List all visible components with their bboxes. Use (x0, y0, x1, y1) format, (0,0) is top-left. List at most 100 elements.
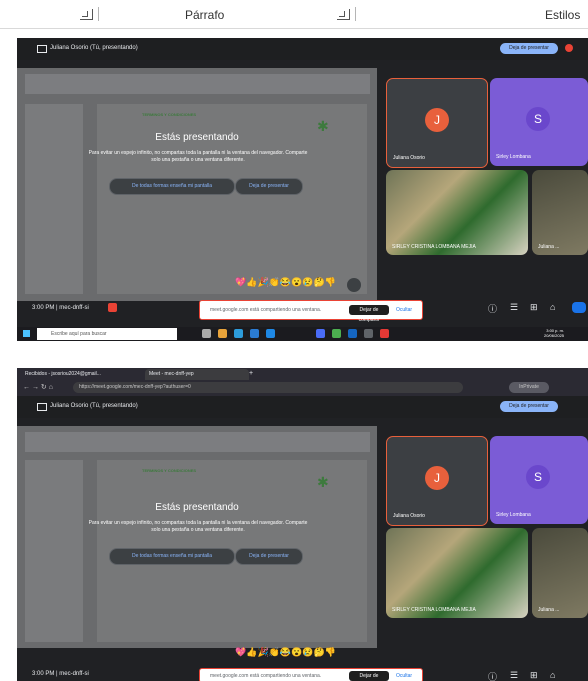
taskbar-clock: 3:00 p. m. 20/06/2025 (544, 328, 564, 338)
hide-button[interactable]: Ocultar (392, 671, 416, 681)
taskbar-search-input[interactable]: Escribe aquí para buscar (37, 328, 177, 340)
reaction-emoji[interactable]: 🤔 (314, 277, 325, 287)
reaction-emoji[interactable]: 💖 (235, 647, 246, 657)
people-icon[interactable]: ☰ (510, 302, 518, 313)
stop-presenting-pill[interactable]: Deja de presentar (500, 401, 558, 412)
participant-tile-juliana[interactable]: J Juliana Osorio (386, 436, 488, 526)
reaction-emoji[interactable]: 👍 (246, 277, 257, 287)
stop-presenting-button[interactable]: Deja de presentar (235, 548, 303, 565)
hide-button[interactable]: Ocultar (392, 305, 416, 315)
info-icon[interactable]: ⓘ (488, 670, 497, 681)
pencil-icon[interactable] (347, 278, 361, 292)
slide-heading: TERMINOS Y CONDICIONES (142, 468, 197, 473)
profile-pill[interactable]: InPrivate (509, 382, 549, 393)
chat-icon[interactable]: ⊞ (530, 670, 538, 681)
reaction-emoji[interactable]: 🎉 (257, 647, 268, 657)
mirrored-slide-panel (25, 460, 83, 642)
reaction-emoji[interactable]: 😂 (280, 647, 291, 657)
address-bar[interactable]: https://meet.google.com/mec-dnff-yep?aut… (73, 382, 463, 393)
dialog-launcher-icon[interactable] (80, 9, 93, 20)
browser-chrome: Recibidos - jsosriou2024@gmail... Meet -… (17, 368, 588, 396)
reaction-emoji[interactable]: 😢 (302, 277, 313, 287)
presenting-message: Para evitar un espejo infinito, no compa… (88, 150, 308, 163)
share-notice-text: meet.google.com está compartiendo una ve… (210, 307, 322, 313)
share-notification: meet.google.com está compartiendo una ve… (199, 300, 423, 323)
reaction-emoji[interactable]: 👎 (325, 647, 336, 657)
reactions-bar[interactable]: 💖👍🎉👏😂😮😢🤔👎 (235, 277, 336, 288)
stop-presenting-pill[interactable]: Deja de presentar (500, 43, 558, 54)
reaction-emoji[interactable]: 👎 (325, 277, 336, 287)
participant-video-group[interactable]: SIRLEY CRISTINA LOMBANA MEJIA (386, 528, 528, 618)
reaction-emoji[interactable]: 😂 (280, 277, 291, 287)
share-anyway-button[interactable]: De todas formas enseña mi pantalla (109, 548, 235, 565)
edge-icon[interactable] (234, 329, 243, 338)
share-anyway-button[interactable]: De todas formas enseña mi pantalla (109, 178, 235, 195)
mirrored-ribbon (25, 432, 370, 452)
store-icon[interactable] (250, 329, 259, 338)
stop-sharing-button[interactable]: Dejar de compartir (349, 671, 389, 681)
meeting-icon (108, 303, 117, 312)
meet-screenshot-2: Recibidos - jsosriou2024@gmail... Meet -… (17, 368, 588, 681)
activities-icon[interactable]: ⌂ (550, 670, 555, 680)
reaction-emoji[interactable]: 🤔 (314, 647, 325, 657)
nav-buttons-icon[interactable]: ← → ↻ ⌂ (23, 383, 53, 391)
participant-name: Sirley Lombana (496, 154, 531, 160)
settings-icon[interactable] (364, 329, 373, 338)
windows-start-icon[interactable] (23, 330, 30, 337)
explorer-icon[interactable] (218, 329, 227, 338)
meeting-info: 3:00 PM | mec-dnff-si (32, 671, 89, 677)
mirrored-ribbon (25, 74, 370, 94)
reactions-bar[interactable]: 💖👍🎉👏😂😮😢🤔👎 (235, 647, 336, 658)
participant-tile-sirley[interactable]: S Sirley Lombana (490, 436, 588, 524)
activities-icon[interactable]: ⌂ (550, 302, 555, 312)
styles-group-label: Estilos (545, 8, 581, 22)
app-icon[interactable] (380, 329, 389, 338)
paragraph-group-label: Párrafo (185, 8, 225, 22)
tab-gmail[interactable]: Recibidos - jsosriou2024@gmail... (25, 369, 133, 380)
slide-logo-icon: ✱ (317, 474, 329, 490)
teams-icon[interactable] (316, 329, 325, 338)
participant-tile-juliana[interactable]: J Juliana Osorio (386, 78, 488, 168)
presenter-label: Juliana Osorio (Tú, presentando) (50, 45, 138, 51)
participant-name: SIRLEY CRISTINA LOMBANA MEJIA (392, 607, 476, 613)
reaction-emoji[interactable]: 😮 (291, 647, 302, 657)
participant-name: Sirley Lombana (496, 512, 531, 518)
mail-icon[interactable] (266, 329, 275, 338)
participant-name: Juliana Osorio (393, 155, 425, 161)
chrome-icon[interactable] (332, 329, 341, 338)
chat-icon[interactable]: ⊞ (530, 302, 538, 313)
info-icon[interactable]: ⓘ (488, 302, 497, 315)
participant-video-juliana[interactable]: Juliana ... (532, 170, 588, 255)
presenting-title: Estás presentando (155, 132, 239, 143)
reaction-emoji[interactable]: 👍 (246, 647, 257, 657)
slide-heading: TERMINOS Y CONDICIONES (142, 112, 197, 117)
word-ribbon-strip: Párrafo Estilos (0, 0, 588, 29)
host-controls-icon[interactable] (572, 302, 586, 313)
meet-screenshot-1: Juliana Osorio (Tú, presentando) Deja de… (17, 38, 588, 341)
tab-meet[interactable]: Meet - mec-dnff-yep (145, 369, 249, 380)
participant-video-group[interactable]: SIRLEY CRISTINA LOMBANA MEJIA (386, 170, 528, 255)
presenter-bar: Juliana Osorio (Tú, presentando) Deja de… (17, 38, 588, 60)
reaction-emoji[interactable]: 😢 (302, 647, 313, 657)
presenting-title: Estás presentando (155, 502, 239, 513)
participant-tile-sirley[interactable]: S Sirley Lombana (490, 78, 588, 166)
word-icon[interactable] (348, 329, 357, 338)
stop-presenting-button[interactable]: Deja de presentar (235, 178, 303, 195)
reaction-emoji[interactable]: 😮 (291, 277, 302, 287)
avatar: S (526, 465, 550, 489)
google-apps-icon[interactable] (565, 44, 573, 52)
paragraph-launcher-icon[interactable] (337, 9, 350, 20)
reaction-emoji[interactable]: 🎉 (257, 277, 268, 287)
participant-video-juliana[interactable]: Juliana ... (532, 528, 588, 618)
reaction-emoji[interactable]: 💖 (235, 277, 246, 287)
task-view-icon[interactable] (202, 329, 211, 338)
people-icon[interactable]: ☰ (510, 670, 518, 681)
reaction-emoji[interactable]: 👏 (269, 277, 280, 287)
reaction-emoji[interactable]: 👏 (269, 647, 280, 657)
share-notice-text: meet.google.com está compartiendo una ve… (210, 673, 322, 679)
avatar: J (425, 108, 449, 132)
participant-name: SIRLEY CRISTINA LOMBANA MEJIA (392, 244, 476, 250)
ribbon-divider (355, 7, 356, 21)
stop-sharing-button[interactable]: Dejar de compartir (349, 305, 389, 323)
new-tab-icon[interactable]: + (249, 370, 253, 377)
